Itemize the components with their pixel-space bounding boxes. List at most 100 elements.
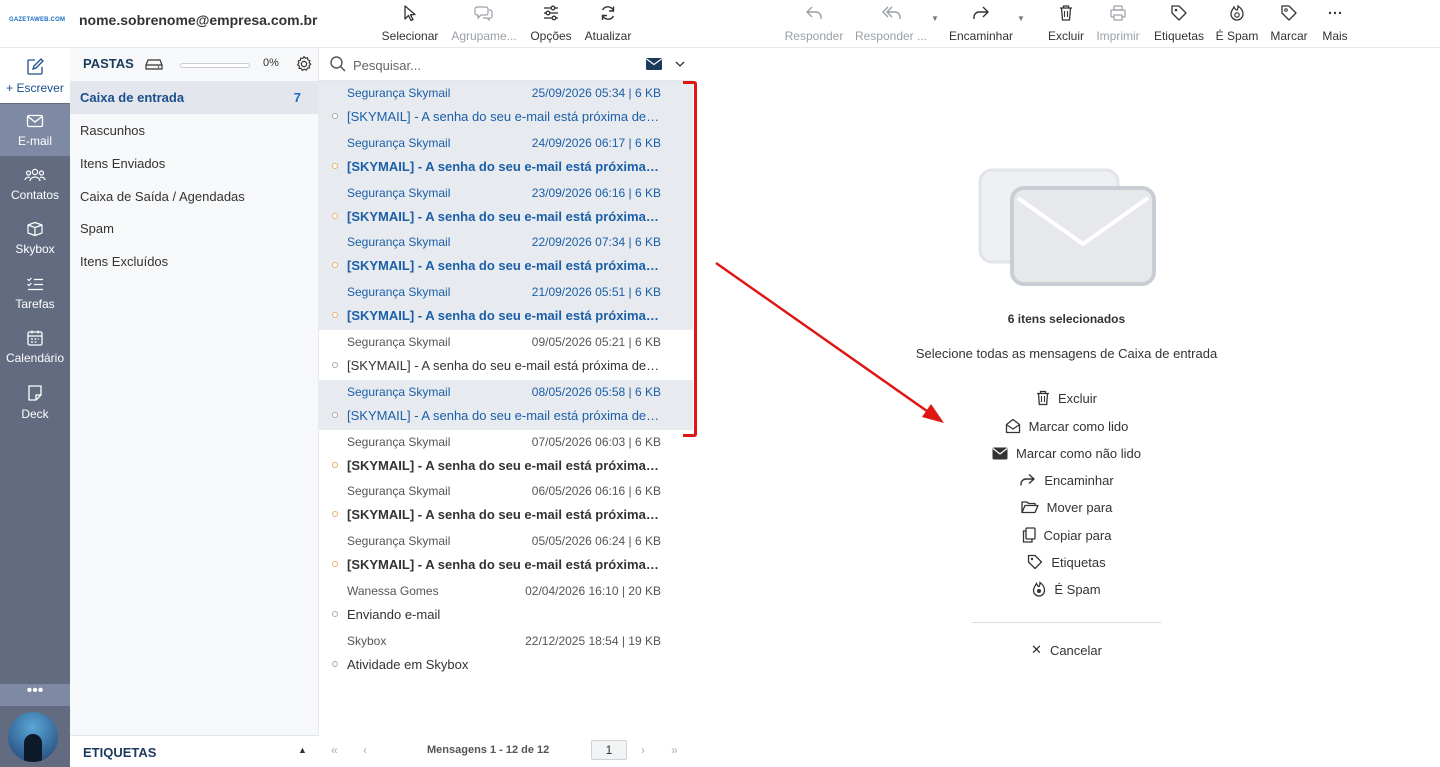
collapse-icon[interactable]: ▲ xyxy=(298,745,307,755)
message-subject: Enviando e-mail xyxy=(347,607,441,622)
read-status-icon[interactable] xyxy=(332,411,338,418)
rail-item-deck[interactable]: Deck xyxy=(0,376,70,428)
note-icon xyxy=(28,384,42,401)
refresh-button[interactable]: Atualizar xyxy=(582,0,634,48)
next-page-icon[interactable]: › xyxy=(641,743,645,757)
read-status-icon[interactable] xyxy=(332,511,338,518)
read-status-icon[interactable] xyxy=(332,262,338,269)
last-page-icon[interactable]: » xyxy=(671,743,678,757)
more-button[interactable]: Mais xyxy=(1316,0,1354,48)
spam-button[interactable]: É Spam xyxy=(1213,0,1261,48)
account-email[interactable]: nome.sobrenome@empresa.com.br xyxy=(79,12,318,28)
cancel-button[interactable]: ✕ Cancelar xyxy=(693,639,1440,661)
message-sender: Segurança Skymail xyxy=(347,235,451,250)
select-all-link[interactable]: Selecione todas as mensagens de Caixa de… xyxy=(693,346,1440,361)
message-date: 05/05/2026 06:24 | 6 KB xyxy=(531,534,661,549)
forward-dropdown-icon[interactable]: ▼ xyxy=(1017,14,1025,23)
action-move[interactable]: Mover para xyxy=(693,496,1440,518)
first-page-icon[interactable]: « xyxy=(331,743,338,757)
mark-button[interactable]: Marcar xyxy=(1266,0,1312,48)
action-label: Etiquetas xyxy=(1051,554,1106,570)
message-row[interactable]: Wanessa Gomes 02/04/2026 16:10 | 20 KB Env… xyxy=(319,579,693,629)
reply-label: Responder xyxy=(784,29,844,43)
chevron-down-icon[interactable] xyxy=(675,60,685,68)
app-logo[interactable]: GAZETAWEB.COM xyxy=(9,17,65,23)
message-row[interactable]: Segurança Skymail 05/05/2026 06:24 | 6 KB… xyxy=(319,529,693,579)
message-row[interactable]: Segurança Skymail 24/09/2026 06:17 | 6 KB… xyxy=(319,130,693,181)
message-subject: Atividade em Skybox xyxy=(347,656,469,672)
message-date: 24/09/2026 06:17 | 6 KB xyxy=(531,135,661,150)
select-button[interactable]: Selecionar xyxy=(382,0,438,48)
search-input[interactable] xyxy=(353,56,603,74)
read-status-icon[interactable] xyxy=(332,660,338,667)
more-label: Mais xyxy=(1322,29,1348,43)
rail-item-skybox[interactable]: Skybox xyxy=(0,212,70,264)
group-button[interactable]: Agrupame... xyxy=(449,0,519,48)
user-avatar[interactable] xyxy=(8,712,58,762)
compose-button[interactable]: + Escrever xyxy=(0,48,70,103)
folder-spam[interactable]: Spam xyxy=(70,212,319,245)
message-date: 22/12/2025 18:54 | 19 KB xyxy=(525,633,661,648)
rail-item-email[interactable]: E-mail xyxy=(0,104,70,156)
folder-inbox[interactable]: Caixa de entrada 7 xyxy=(70,81,319,114)
action-labels[interactable]: Etiquetas xyxy=(693,551,1440,573)
rail-item-contacts[interactable]: Contatos xyxy=(0,158,70,210)
action-delete[interactable]: Excluir xyxy=(693,387,1440,409)
message-subject: [SKYMAIL] - A senha do seu e-mail está p… xyxy=(347,407,661,423)
read-status-icon[interactable] xyxy=(332,362,338,368)
tag-icon xyxy=(1028,554,1043,570)
envelope-filter-icon[interactable] xyxy=(645,57,663,71)
gear-icon[interactable] xyxy=(295,55,313,73)
message-row[interactable]: Segurança Skymail 06/05/2026 06:16 | 6 KB… xyxy=(319,479,693,529)
reply-button[interactable]: Responder xyxy=(782,0,846,48)
reply-all-button[interactable]: Responder ... xyxy=(852,0,930,48)
rail-contacts-label: Contatos xyxy=(10,187,60,202)
read-status-icon[interactable] xyxy=(332,113,338,119)
folder-label: Caixa de Saída / Agendadas xyxy=(80,189,245,204)
action-mark-unread[interactable]: Marcar como não lido xyxy=(693,442,1440,464)
message-row[interactable]: Segurança Skymail 21/09/2026 05:51 | 6 KB… xyxy=(319,280,693,331)
folder-outbox[interactable]: Caixa de Saída / Agendadas xyxy=(70,180,319,213)
message-row[interactable]: Segurança Skymail 07/05/2026 06:03 | 6 KB… xyxy=(319,430,693,480)
read-status-icon[interactable] xyxy=(332,312,338,319)
folder-sent[interactable]: Itens Enviados xyxy=(70,147,319,180)
folder-label: Itens Excluídos xyxy=(80,254,169,269)
message-row[interactable]: Segurança Skymail 09/05/2026 05:21 | 6 KB… xyxy=(319,330,693,380)
message-row[interactable]: Segurança Skymail 08/05/2026 05:58 | 6 KB… xyxy=(319,379,693,430)
message-row[interactable]: Skybox 22/12/2025 18:54 | 19 KB Atividade … xyxy=(319,629,693,679)
reply-all-dropdown-icon[interactable]: ▼ xyxy=(931,14,939,23)
action-copy[interactable]: Copiar para xyxy=(693,524,1440,546)
tags-section[interactable]: ETIQUETAS ▲ xyxy=(70,735,319,767)
delete-button[interactable]: Excluir xyxy=(1044,0,1088,48)
read-status-icon[interactable] xyxy=(332,162,338,169)
action-forward[interactable]: Encaminhar xyxy=(693,469,1440,491)
message-sender: Segurança Skymail xyxy=(347,86,451,100)
read-status-icon[interactable] xyxy=(332,461,338,468)
rail-item-calendar[interactable]: Calendário xyxy=(0,321,70,373)
options-button[interactable]: Opções xyxy=(527,0,575,48)
message-row[interactable]: Segurança Skymail 23/09/2026 06:16 | 6 KB… xyxy=(319,180,693,231)
print-label: Imprimir xyxy=(1096,29,1140,43)
action-spam[interactable]: É Spam xyxy=(693,578,1440,600)
action-mark-read[interactable]: Marcar como lido xyxy=(693,415,1440,437)
quota-bar xyxy=(180,63,250,68)
rail-item-tasks[interactable]: Tarefas xyxy=(0,267,70,319)
read-status-icon[interactable] xyxy=(332,611,338,617)
compose-label: + Escrever xyxy=(6,80,64,95)
print-button[interactable]: Imprimir xyxy=(1093,0,1143,48)
message-row[interactable]: Segurança Skymail 22/09/2026 07:34 | 6 KB… xyxy=(319,230,693,281)
labels-button[interactable]: Etiquetas xyxy=(1151,0,1207,48)
folder-drafts[interactable]: Rascunhos xyxy=(70,114,319,147)
search-icon xyxy=(329,55,347,73)
read-status-icon[interactable] xyxy=(332,561,338,568)
read-status-icon[interactable] xyxy=(332,212,338,219)
page-number[interactable]: 1 xyxy=(591,740,627,760)
selected-count: 6 itens selecionados xyxy=(1007,312,1126,326)
message-row[interactable]: Segurança Skymail 25/09/2026 05:34 | 6 KB… xyxy=(319,81,693,131)
rail-more-button[interactable]: ••• xyxy=(0,683,70,706)
rail-email-label: E-mail xyxy=(17,133,52,148)
prev-page-icon[interactable]: ‹ xyxy=(363,743,367,757)
forward-button[interactable]: Encaminhar xyxy=(946,0,1016,48)
forward-icon xyxy=(1020,473,1036,486)
folder-trash[interactable]: Itens Excluídos xyxy=(70,245,319,278)
